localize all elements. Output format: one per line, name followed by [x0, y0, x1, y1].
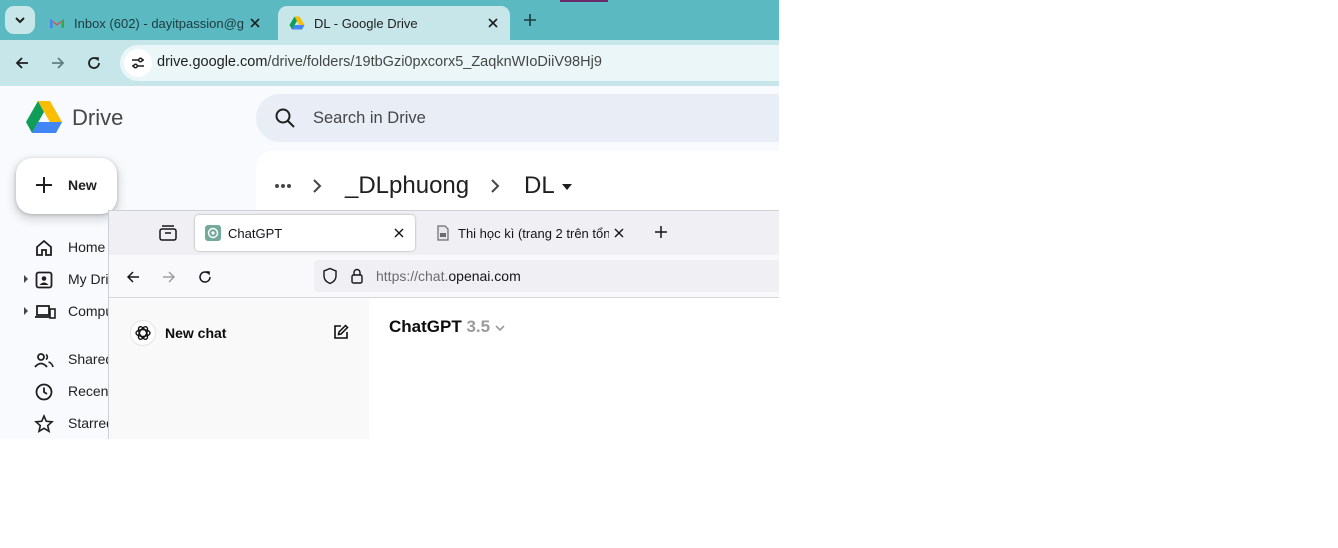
new-tab-button[interactable]	[519, 9, 541, 31]
url-prefix: https://chat.	[376, 268, 449, 284]
forward-button[interactable]	[45, 50, 71, 76]
firefox-tab-chatgpt[interactable]: ChatGPT	[195, 215, 415, 251]
new-tab-plus-icon[interactable]	[654, 225, 668, 239]
reload-button[interactable]	[194, 266, 216, 288]
home-icon	[36, 239, 52, 256]
gmail-icon	[50, 19, 64, 28]
chevron-down-icon	[15, 17, 25, 24]
nav-item-shared[interactable]: Shared	[0, 344, 113, 374]
close-tab-button[interactable]	[482, 12, 504, 34]
nav-label: Shared	[68, 351, 114, 367]
reload-icon	[88, 57, 100, 69]
firefox-url-bar[interactable]: https://chat.openai.com	[314, 260, 779, 292]
model-selector[interactable]: ChatGPT 3.5	[389, 317, 505, 337]
more-horiz-icon[interactable]	[274, 179, 292, 193]
chevron-right-icon	[313, 179, 322, 193]
star-icon	[34, 414, 54, 433]
google-drive-logo-icon	[26, 101, 62, 133]
nav-item-starred[interactable]: Starred	[0, 408, 114, 438]
nav-item-computers[interactable]: Compu	[0, 296, 113, 326]
expand-caret-icon[interactable]	[24, 275, 28, 283]
nav-label: Recent	[68, 383, 113, 399]
nav-item-recent[interactable]: Recent	[0, 376, 112, 406]
lock-icon[interactable]	[350, 267, 364, 285]
close-tab-button[interactable]	[609, 223, 629, 243]
chevron-right-icon	[491, 179, 500, 193]
back-button[interactable]	[122, 266, 144, 288]
chrome-tab-gmail[interactable]: Inbox (602) - dayitpassion@gmail.com	[38, 6, 272, 40]
search-placeholder: Search in Drive	[313, 109, 426, 127]
model-version: 3.5	[466, 317, 491, 336]
firefox-nav-bar: https://chat.openai.com	[109, 255, 779, 298]
breadcrumb-current[interactable]: DL	[524, 172, 555, 200]
close-icon	[488, 18, 498, 28]
arrow-left-icon	[126, 271, 139, 283]
back-button[interactable]	[9, 50, 35, 76]
nav-item-my-drive[interactable]: My Dri	[0, 264, 108, 294]
shared-icon	[34, 353, 54, 368]
new-chat-label: New chat	[165, 325, 227, 341]
screenshot-area: Inbox (602) - dayitpassion@gmail.com DL …	[0, 0, 779, 439]
arrow-right-icon	[163, 271, 176, 283]
forward-button[interactable]	[158, 266, 180, 288]
search-icon	[275, 108, 295, 128]
chatgpt-icon	[205, 225, 221, 241]
window-edge-mark	[560, 0, 608, 2]
plus-icon	[36, 177, 52, 193]
app-name: Drive	[72, 105, 124, 130]
close-icon	[614, 228, 624, 238]
chevron-down-icon	[495, 325, 505, 332]
url-text: https://chat.openai.com	[376, 268, 521, 284]
breadcrumb-parent[interactable]: _DLphuong	[345, 172, 469, 200]
nav-label: Home	[68, 239, 106, 255]
close-icon	[394, 228, 404, 238]
nav-label: My Dri	[68, 271, 109, 287]
tune-icon	[132, 57, 144, 69]
close-tab-button[interactable]	[244, 12, 266, 34]
expand-caret-icon[interactable]	[24, 307, 28, 315]
close-icon	[250, 18, 260, 28]
computers-icon	[35, 305, 56, 319]
firefox-window: ChatGPT Thi học kì (trang 2 trên tổng số	[108, 210, 779, 439]
new-button-label: New	[68, 177, 97, 193]
edit-icon[interactable]	[332, 323, 350, 341]
clock-icon	[35, 383, 53, 401]
pdf-icon	[437, 225, 449, 241]
chrome-tab-strip: Inbox (602) - dayitpassion@gmail.com DL …	[0, 0, 779, 40]
site-info-button[interactable]	[124, 49, 152, 77]
address-bar[interactable]: drive.google.com/drive/folders/19tbGzi0p…	[120, 45, 779, 81]
shield-icon[interactable]	[322, 267, 338, 285]
arrow-right-icon	[52, 57, 65, 69]
tab-title: ChatGPT	[228, 225, 283, 241]
url-text: drive.google.com/drive/folders/19tbGzi0p…	[157, 54, 602, 70]
plus-icon	[524, 14, 536, 26]
tab-title: DL - Google Drive	[314, 15, 418, 31]
reload-icon	[199, 271, 211, 283]
tab-title: Thi học kì (trang 2 trên tổng số	[458, 225, 609, 241]
firefox-tab-pdf[interactable]: Thi học kì (trang 2 trên tổng số	[425, 215, 635, 251]
firefox-tab-strip: ChatGPT Thi học kì (trang 2 trên tổng số	[109, 211, 779, 255]
url-path: /drive/folders/19tbGzi0pxcorx5_ZaqknWIoD…	[267, 54, 602, 70]
openai-logo-icon	[130, 320, 156, 346]
url-host: drive.google.com	[157, 54, 268, 70]
chrome-toolbar: drive.google.com/drive/folders/19tbGzi0p…	[0, 40, 779, 86]
tab-title: Inbox (602) - dayitpassion@gmail.com	[74, 15, 244, 31]
close-tab-button[interactable]	[389, 223, 409, 243]
chatgpt-sidebar: New chat	[109, 298, 369, 439]
chrome-tab-drive[interactable]: DL - Google Drive	[278, 6, 510, 40]
dropdown-arrow-icon[interactable]	[561, 183, 573, 191]
my-drive-icon	[35, 271, 53, 289]
url-domain: openai.com	[448, 268, 521, 284]
google-drive-icon	[289, 16, 305, 30]
model-name: ChatGPT	[389, 317, 462, 336]
new-button[interactable]: New	[16, 158, 117, 214]
drive-search-bar[interactable]: Search in Drive	[256, 94, 779, 142]
nav-label: Compu	[68, 303, 114, 319]
nav-item-home[interactable]: Home	[0, 232, 108, 262]
arrow-left-icon	[15, 57, 28, 69]
tab-search-button[interactable]	[5, 6, 35, 34]
new-chat-button[interactable]: New chat	[130, 320, 359, 346]
reload-button[interactable]	[81, 50, 107, 76]
firefox-view-icon[interactable]	[157, 223, 179, 243]
